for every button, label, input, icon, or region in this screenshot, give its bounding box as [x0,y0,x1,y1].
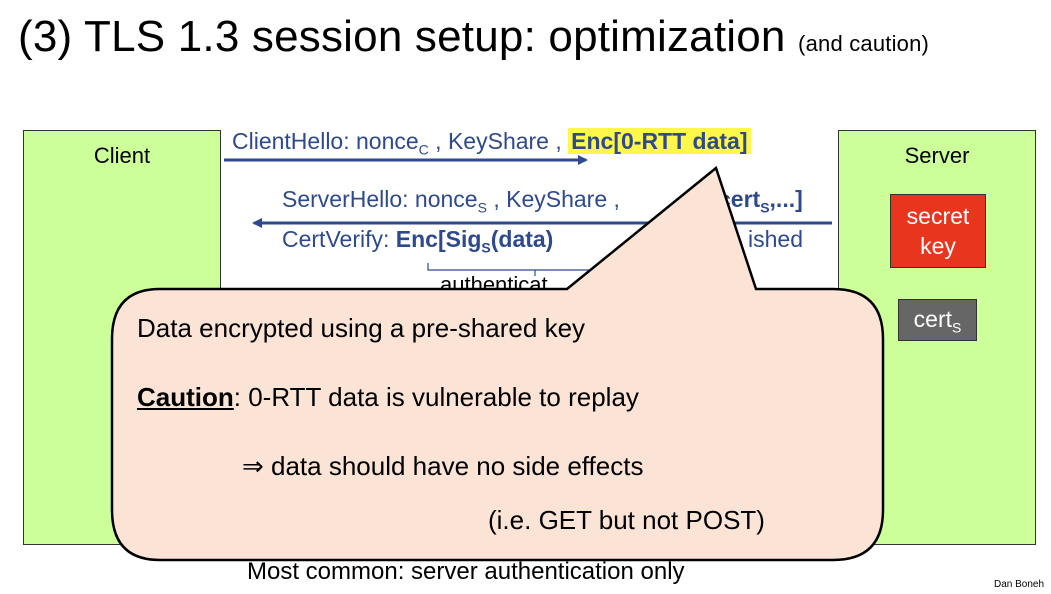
callout-line-1: Data encrypted using a pre-shared key [137,313,586,343]
caution-label: Caution [137,382,234,412]
callout-caution: Caution: 0-RTT data is vulnerable to rep… [137,382,639,413]
caution-text: : 0-RTT data is vulnerable to replay [233,382,639,412]
author-credit: Dan Boneh [994,579,1045,590]
callout-line-3: ⇒ data should have no side effects [242,451,644,481]
callout-line-4: (i.e. GET but not POST) [488,505,765,535]
bottom-note: Most common: server authentication only [247,558,685,585]
